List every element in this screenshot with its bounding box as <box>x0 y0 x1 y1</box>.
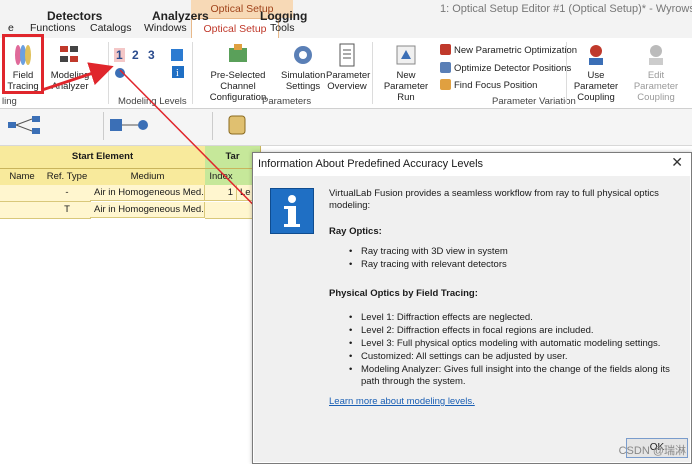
level-2-button[interactable]: 2 <box>132 48 139 62</box>
physical-optics-heading: Physical Optics by Field Tracing: <box>329 288 478 299</box>
list-item: Level 2: Diffraction effects in focal re… <box>349 325 594 337</box>
info-dialog: Information About Predefined Accuracy Le… <box>252 152 692 464</box>
column-header-name[interactable]: Name <box>0 168 45 185</box>
column-header-index[interactable]: Index <box>205 168 238 185</box>
table-cell[interactable]: Air in Homogeneous Med... <box>90 185 205 201</box>
logging-scroll-icon <box>228 115 246 135</box>
group-label-parameter-variation: Parameter Variation <box>492 96 576 107</box>
table-cell[interactable]: 1 <box>205 185 237 201</box>
list-item: Level 3: Full physical optics modeling w… <box>349 338 660 350</box>
separator <box>192 42 193 104</box>
preselected-channel-button[interactable]: Pre-Selected Channel Configuration <box>195 42 281 103</box>
elements-table: Start Element Tar Name Ref. Type Medium … <box>0 146 261 464</box>
ray-optics-heading: Ray Optics: <box>329 226 382 237</box>
edit-parameter-coupling-label: Edit Parameter Coupling <box>633 70 679 103</box>
table-cell[interactable] <box>205 202 238 219</box>
detector-optimize-icon <box>440 62 451 73</box>
new-parameter-run-button[interactable]: New Parameter Run <box>375 42 437 103</box>
dialog-intro: VirtualLab Fusion provides a seamless wo… <box>329 188 659 211</box>
level-3-button[interactable]: 3 <box>148 48 155 62</box>
annotation-highlight-box <box>2 34 44 94</box>
channel-config-icon <box>229 44 247 62</box>
list-item: Level 1: Diffraction effects are neglect… <box>349 312 533 324</box>
use-parameter-coupling-label: Use Parameter Coupling <box>573 70 619 103</box>
group-label-modeling-levels: Modeling Levels <box>118 96 187 107</box>
logging-button[interactable]: Logging <box>260 9 307 23</box>
new-parametric-optimization-button[interactable]: New Parametric Optimization <box>440 44 577 56</box>
svg-text:i: i <box>176 68 179 78</box>
new-parameter-run-label: New Parameter Run <box>383 70 429 103</box>
learn-more-link[interactable]: Learn more about modeling levels. <box>329 396 475 407</box>
gear-icon <box>294 46 312 64</box>
parameter-overview-button[interactable]: Parameter Overview <box>326 42 371 92</box>
info-small-icon[interactable]: i <box>172 66 184 78</box>
window-title: 1: Optical Setup Editor #1 (Optical Setu… <box>440 3 692 15</box>
optimize-detector-positions-button[interactable]: Optimize Detector Positions <box>440 62 571 74</box>
separator <box>212 112 213 140</box>
watermark: CSDN @瑞淋 <box>618 445 686 457</box>
find-focus-position-label: Find Focus Position <box>454 80 538 91</box>
use-parameter-coupling-button[interactable]: Use Parameter Coupling <box>567 42 625 103</box>
modeling-analyzer-label: Modeling Analyzer <box>50 70 90 92</box>
detectors-button[interactable]: Detectors <box>47 9 102 23</box>
list-item: Customized: All settings can be adjusted… <box>349 351 568 363</box>
find-focus-position-button[interactable]: Find Focus Position <box>440 79 537 91</box>
parameter-overview-label: Parameter Overview <box>326 70 371 92</box>
optimization-icon <box>440 44 451 55</box>
simulation-settings-button[interactable]: Simulation Settings <box>281 42 325 92</box>
table-cell[interactable] <box>0 185 45 202</box>
group-label-partial: ling <box>2 96 17 107</box>
level-1-button[interactable]: 1 <box>114 48 125 62</box>
edit-coupling-icon <box>649 45 663 65</box>
list-item: Ray tracing with 3D view in system <box>349 246 508 258</box>
column-header-ref-type[interactable]: Ref. Type <box>44 168 91 185</box>
preselected-channel-label: Pre-Selected Channel Configuration <box>209 70 267 103</box>
modeling-analyzer-button[interactable]: Modeling Analyzer <box>48 42 92 92</box>
table-cell[interactable] <box>0 202 45 219</box>
info-icon <box>270 188 314 234</box>
table-cell[interactable]: - <box>44 185 91 202</box>
column-header-medium[interactable]: Medium <box>90 168 206 185</box>
level-tool-icon[interactable] <box>113 66 127 80</box>
separator <box>372 42 373 104</box>
focus-icon <box>440 79 451 90</box>
optimize-detector-positions-label: Optimize Detector Positions <box>454 63 572 74</box>
custom-settings-icon[interactable] <box>170 48 184 62</box>
analyzers-icon <box>110 119 148 131</box>
detectors-icon <box>8 116 40 134</box>
close-button[interactable]: ✕ <box>671 154 683 171</box>
parameter-run-icon <box>396 45 416 65</box>
simulation-settings-label: Simulation Settings <box>281 70 326 92</box>
new-parametric-optimization-label: New Parametric Optimization <box>454 45 578 56</box>
table-cell[interactable]: T <box>44 202 91 219</box>
table-cell[interactable]: Air in Homogeneous Med... <box>90 202 205 218</box>
analyzers-button[interactable]: Analyzers <box>152 9 209 23</box>
dialog-body: VirtualLab Fusion provides a seamless wo… <box>254 176 690 462</box>
separator <box>103 112 104 140</box>
modeling-analyzer-icon <box>60 46 78 62</box>
list-item: Ray tracing with relevant detectors <box>349 259 507 271</box>
group-label-parameters: Parameters <box>262 96 312 107</box>
separator <box>108 42 109 104</box>
start-element-header: Start Element <box>0 146 206 168</box>
edit-parameter-coupling-button[interactable]: Edit Parameter Coupling <box>626 42 686 103</box>
coupling-icon <box>589 45 603 65</box>
dialog-title: Information About Predefined Accuracy Le… <box>253 153 691 175</box>
document-icon <box>339 43 355 67</box>
list-item: Modeling Analyzer: Gives full insight in… <box>349 364 681 388</box>
